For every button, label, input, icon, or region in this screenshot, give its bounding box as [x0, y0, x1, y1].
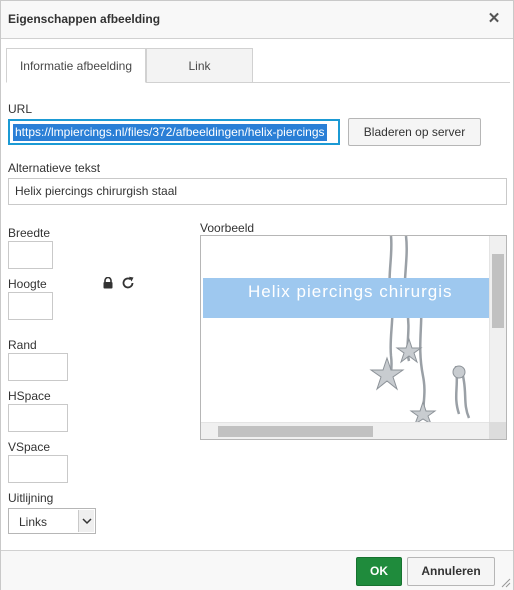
tab-link[interactable]: Link	[146, 48, 253, 83]
close-button[interactable]: ✕	[485, 10, 503, 28]
alt-text-value: Helix piercings chirurgish staal	[15, 184, 178, 198]
resize-grip-icon[interactable]	[501, 578, 511, 588]
border-label: Rand	[8, 338, 37, 352]
width-input[interactable]	[8, 241, 53, 269]
tab-image-info[interactable]: Informatie afbeelding	[6, 48, 146, 83]
vspace-input[interactable]	[8, 455, 68, 483]
dialog-footer: OK Annuleren	[1, 550, 513, 590]
dialog-title-bar[interactable]: Eigenschappen afbeelding ✕	[1, 1, 513, 39]
align-selected-value: Links	[19, 515, 48, 529]
preview-label: Voorbeeld	[200, 221, 255, 235]
piercing-image	[369, 236, 491, 424]
height-label: Hoogte	[8, 277, 47, 291]
align-label: Uitlijning	[8, 491, 54, 505]
chevron-down-icon	[78, 510, 94, 532]
lock-icon[interactable]	[102, 277, 114, 289]
horizontal-scroll-thumb[interactable]	[218, 426, 373, 437]
scrollbar-corner	[489, 422, 506, 439]
vertical-scroll-thumb[interactable]	[492, 254, 504, 328]
hspace-label: HSpace	[8, 389, 51, 403]
reset-size-icon[interactable]	[121, 276, 135, 290]
tab-bar: Informatie afbeelding Link	[6, 48, 510, 83]
ok-button[interactable]: OK	[356, 557, 402, 586]
vspace-label: VSpace	[8, 440, 51, 454]
hspace-input[interactable]	[8, 404, 68, 432]
width-label: Breedte	[8, 226, 51, 240]
alt-text-input[interactable]: Helix piercings chirurgish staal	[8, 178, 507, 205]
url-label: URL	[8, 102, 33, 116]
preview-horizontal-scrollbar[interactable]	[201, 422, 491, 439]
border-input[interactable]	[8, 353, 68, 381]
image-properties-dialog: Eigenschappen afbeelding ✕ Informatie af…	[0, 0, 514, 590]
preview-pane: Helix piercings chirurgis	[200, 235, 507, 440]
preview-caption: Helix piercings chirurgis	[248, 282, 453, 301]
align-select[interactable]: Links	[8, 508, 96, 534]
cancel-button[interactable]: Annuleren	[407, 557, 495, 586]
alt-text-label: Alternatieve tekst	[8, 161, 101, 175]
dialog-title: Eigenschappen afbeelding	[8, 12, 161, 26]
browse-server-button[interactable]: Bladeren op server	[348, 118, 481, 146]
height-input[interactable]	[8, 292, 53, 320]
url-input[interactable]: https://lmpiercings.nl/files/372/afbeeld…	[8, 119, 340, 145]
url-value: https://lmpiercings.nl/files/372/afbeeld…	[13, 124, 327, 141]
close-icon: ✕	[487, 10, 501, 27]
preview-vertical-scrollbar[interactable]	[489, 236, 506, 424]
